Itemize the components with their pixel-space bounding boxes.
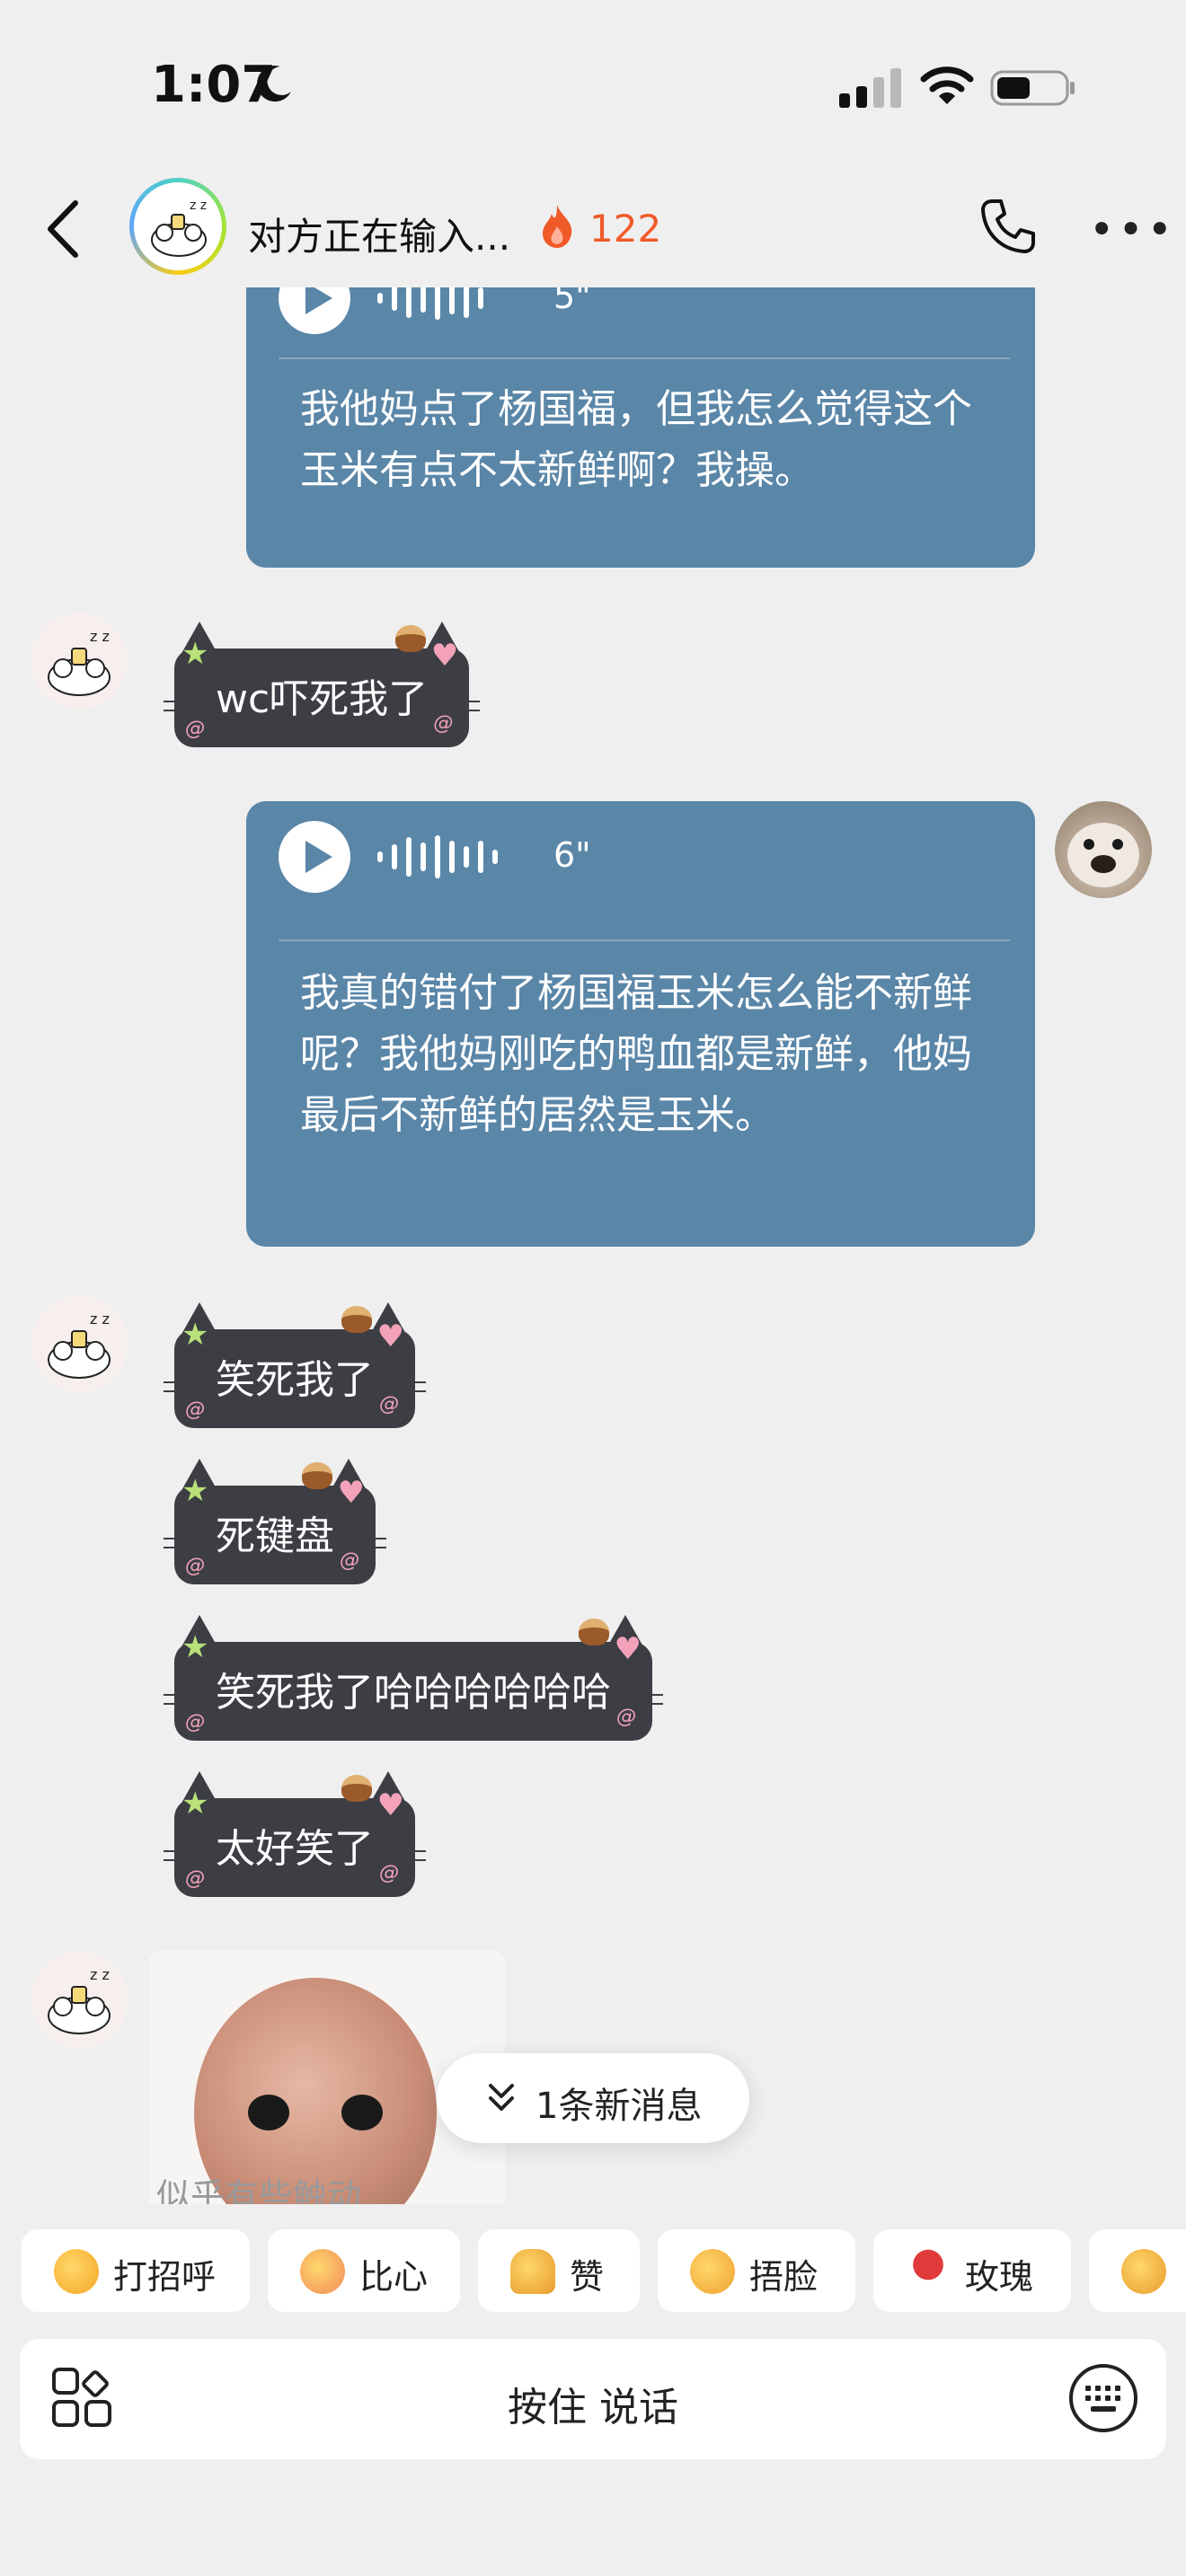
message-text: wc吓死我了 <box>216 676 429 722</box>
chevron-left-icon[interactable] <box>45 199 81 259</box>
wifi-icon <box>920 66 974 104</box>
divider <box>279 940 1010 941</box>
waveform-icon <box>377 287 483 320</box>
divider <box>279 357 1010 359</box>
message-text: 笑死我了哈哈哈哈哈哈 <box>216 1670 611 1716</box>
chestnut-decoration-icon <box>341 1775 372 1802</box>
text-message-bubble[interactable]: ★ ♥ @ @ wc吓死我了 <box>164 622 481 747</box>
chat-header: z z 对方正在输入... 122 ••• <box>0 171 1186 287</box>
contact-status-title: 对方正在输入... <box>248 215 511 259</box>
heart-decoration-icon: ♥ <box>337 1475 365 1511</box>
voice-duration: 6" <box>553 835 591 875</box>
quick-reply-chip[interactable]: 赞 <box>478 2229 640 2312</box>
signal-icon <box>839 68 901 108</box>
finger-heart-icon <box>1121 2249 1166 2294</box>
quick-reply-bar: 打招呼 比心 赞 捂脸 玫瑰 <box>0 2229 1186 2314</box>
voice-transcript: 我真的错付了杨国福玉米怎么能不新鲜呢？我他妈刚吃的鸭血都是新鲜，他妈最后不新鲜的… <box>300 970 972 1138</box>
play-button[interactable] <box>279 287 350 334</box>
fire-icon <box>543 205 572 248</box>
text-message-bubble[interactable]: ★ ♥ @ @ 笑死我了哈哈哈哈哈哈 <box>164 1615 663 1741</box>
svg-text:z z: z z <box>90 1966 110 1983</box>
chat-message-list[interactable]: 5" 我他妈点了杨国福，但我怎么觉得这个玉米有点不太新鲜啊？我操。 z z ★ … <box>0 287 1186 2204</box>
more-icon[interactable]: ••• <box>1089 208 1176 251</box>
smiling-face-icon <box>54 2249 99 2294</box>
play-icon <box>305 841 332 873</box>
thumbs-up-icon <box>510 2249 555 2294</box>
star-decoration-icon: ★ <box>181 1786 209 1822</box>
voice-duration: 5" <box>553 287 591 316</box>
contact-avatar[interactable]: z z <box>31 1951 128 2048</box>
message-text: 太好笑了 <box>216 1826 374 1872</box>
facepalm-icon <box>690 2249 735 2294</box>
heart-decoration-icon: ♥ <box>376 1787 404 1823</box>
chip-label: 玫瑰 <box>965 2257 1034 2297</box>
cat-paw-icon: z z <box>31 1295 128 1392</box>
voice-transcript: 我他妈点了杨国福，但我怎么觉得这个玉米有点不太新鲜啊？我操。 <box>300 386 972 493</box>
text-message-bubble[interactable]: ★ ♥ @ @ 笑死我了 <box>164 1302 426 1428</box>
cat-paw-icon: z z <box>151 198 207 257</box>
quick-reply-chip[interactable]: 玫瑰 <box>873 2229 1071 2312</box>
quick-reply-chip[interactable]: 比心 <box>268 2229 460 2312</box>
star-decoration-icon: ★ <box>181 636 209 672</box>
chip-label: 捂脸 <box>749 2257 819 2297</box>
phone-icon[interactable] <box>979 198 1037 255</box>
text-message-bubble[interactable]: ★ ♥ @ @ 太好笑了 <box>164 1771 426 1897</box>
quick-reply-chip[interactable]: 捂脸 <box>658 2229 855 2312</box>
contact-avatar[interactable]: z z <box>31 613 128 710</box>
star-decoration-icon: ★ <box>181 1473 209 1509</box>
new-message-label: 1条新消息 <box>535 2086 703 2127</box>
input-bar: 按住 说话 <box>20 2339 1166 2459</box>
svg-text:z z: z z <box>90 1310 110 1328</box>
heart-decoration-icon: ♥ <box>614 1631 642 1667</box>
double-chevron-down-icon <box>489 2084 514 2111</box>
svg-text:z z: z z <box>190 198 207 213</box>
star-decoration-icon: ★ <box>181 1317 209 1353</box>
chestnut-decoration-icon <box>302 1462 332 1489</box>
quick-reply-chip[interactable]: 打招呼 <box>22 2229 250 2312</box>
play-button[interactable] <box>279 821 350 893</box>
keyboard-icon[interactable] <box>1067 2362 1139 2434</box>
moon-icon <box>257 66 291 102</box>
chip-label: 赞 <box>570 2257 605 2297</box>
heart-decoration-icon: ♥ <box>376 1319 404 1354</box>
chestnut-decoration-icon <box>395 625 427 652</box>
voice-message-bubble[interactable]: 5" 我他妈点了杨国福，但我怎么觉得这个玉米有点不太新鲜啊？我操。 <box>246 287 1035 568</box>
svg-text:z z: z z <box>90 628 110 645</box>
chestnut-decoration-icon <box>579 1619 609 1645</box>
dog-face-icon <box>1067 823 1139 887</box>
streak-count: 122 <box>589 207 662 251</box>
battery-icon <box>990 70 1075 106</box>
status-bar: 1:07 <box>0 0 1186 171</box>
waveform-icon <box>377 835 498 878</box>
new-message-button[interactable]: 1条新消息 <box>437 2053 749 2143</box>
chip-label: 比心 <box>359 2257 429 2297</box>
my-avatar[interactable] <box>1055 801 1152 898</box>
cat-paw-icon: z z <box>31 613 128 710</box>
message-text: 死键盘 <box>216 1513 334 1559</box>
message-text: 笑死我了 <box>216 1357 374 1403</box>
quick-reply-chip[interactable] <box>1089 2229 1186 2312</box>
sticker-caption: 似乎有些触动 <box>156 2176 362 2204</box>
chip-label: 打招呼 <box>113 2257 217 2297</box>
rose-icon <box>906 2249 951 2294</box>
chestnut-decoration-icon <box>341 1306 372 1333</box>
play-icon <box>305 287 332 314</box>
contact-avatar[interactable]: z z <box>31 1295 128 1392</box>
voice-message-bubble[interactable]: 6" 我真的错付了杨国福玉米怎么能不新鲜呢？我他妈刚吃的鸭血都是新鲜，他妈最后不… <box>246 801 1035 1247</box>
heart-decoration-icon: ♥ <box>430 638 459 674</box>
hold-to-talk-button[interactable]: 按住 说话 <box>20 2375 1166 2432</box>
contact-avatar[interactable]: z z <box>129 178 226 275</box>
heart-hands-icon <box>300 2249 345 2294</box>
star-decoration-icon: ★ <box>181 1629 209 1665</box>
text-message-bubble[interactable]: ★ ♥ @ @ 死键盘 <box>164 1459 386 1584</box>
cat-paw-icon: z z <box>31 1951 128 2048</box>
